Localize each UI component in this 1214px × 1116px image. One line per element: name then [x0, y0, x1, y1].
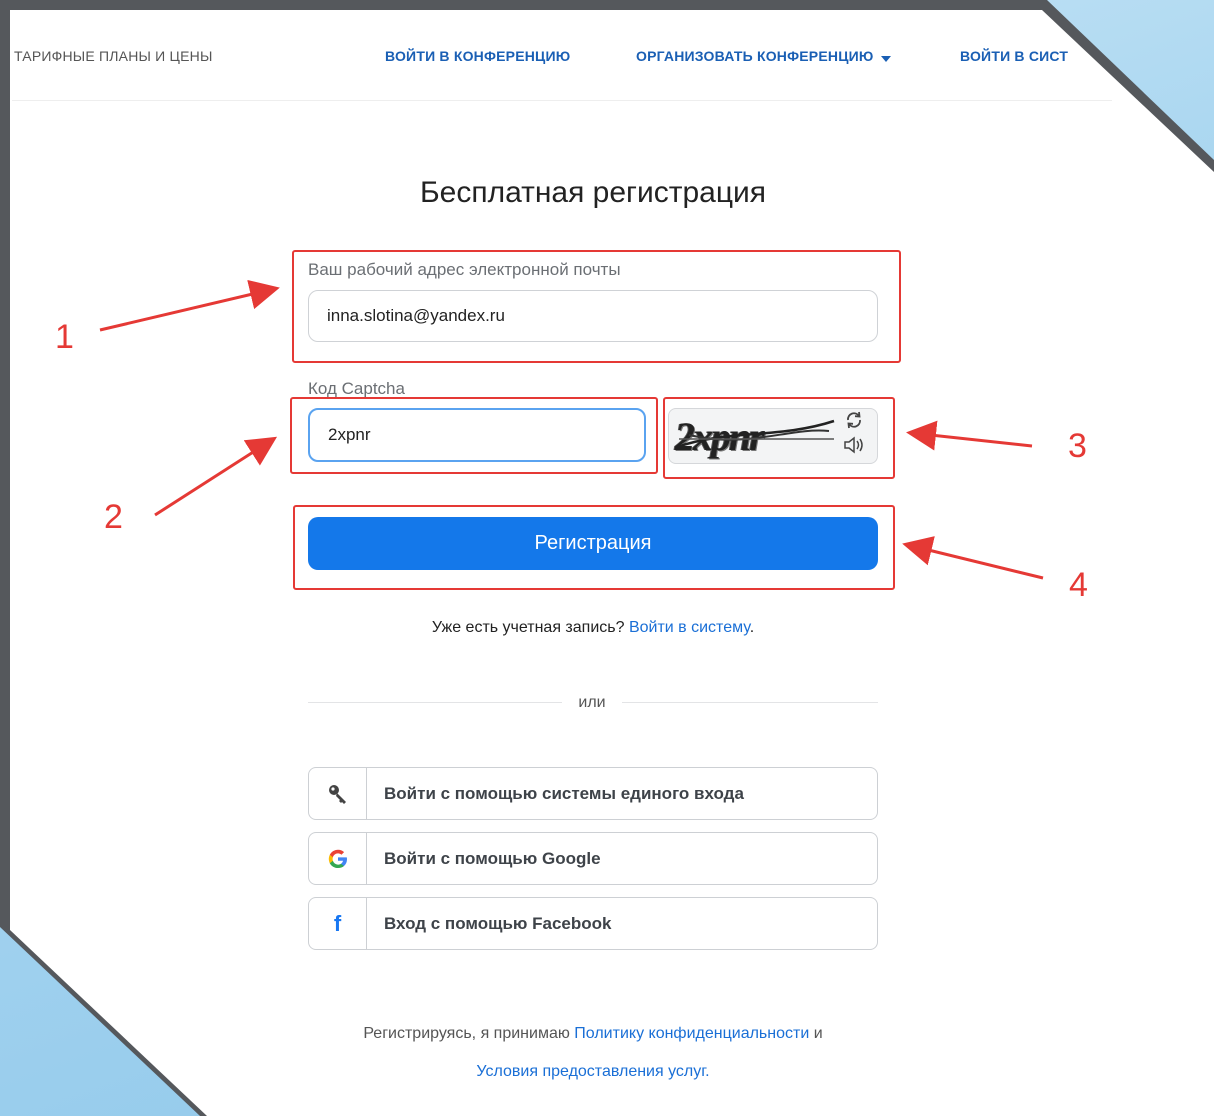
annotation-arrow-2 [154, 436, 278, 517]
annotation-number-4: 4 [1069, 566, 1088, 604]
annotation-arrow-3 [906, 420, 1033, 451]
annotation-number-2: 2 [104, 498, 123, 536]
annotation-arrows [99, 279, 1044, 580]
annotation-arrow-1 [99, 279, 280, 332]
annotation-arrow-4 [902, 536, 1044, 580]
annotation-number-1: 1 [55, 318, 74, 356]
annotation-number-3: 3 [1068, 427, 1087, 465]
